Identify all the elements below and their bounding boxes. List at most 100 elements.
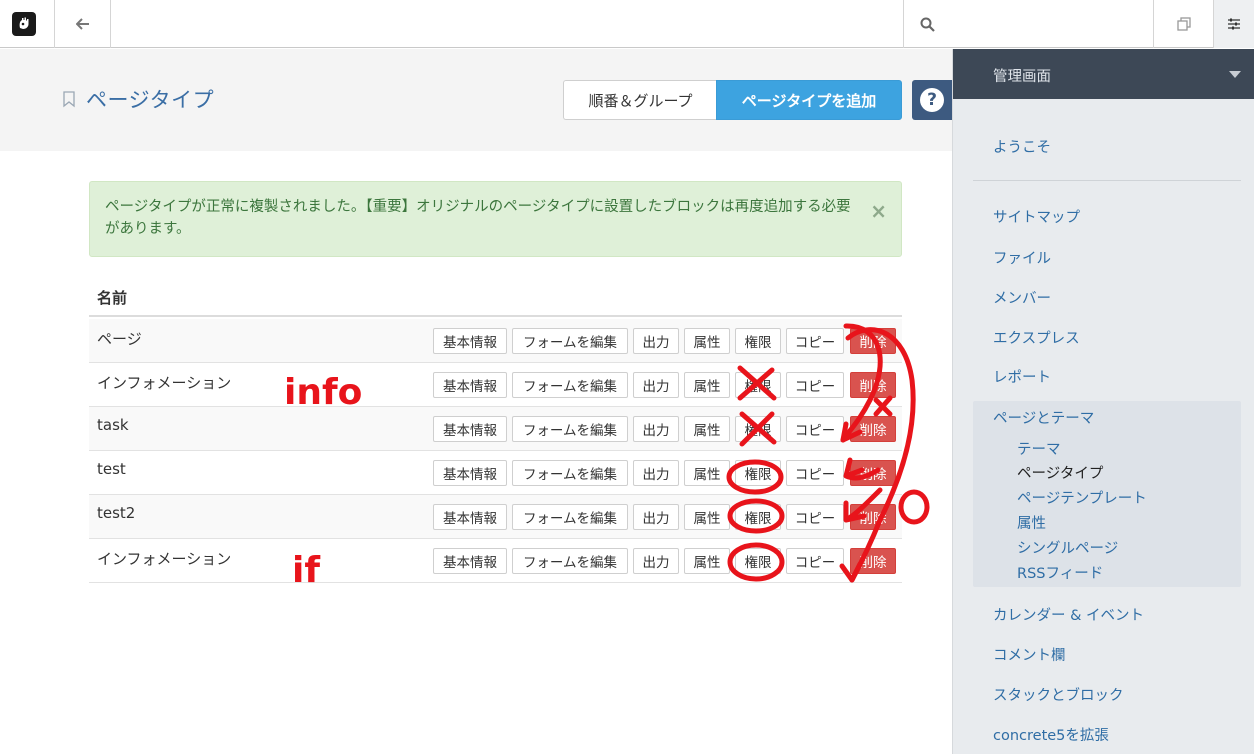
delete-button[interactable]: 削除 bbox=[850, 416, 896, 442]
sidebar-header[interactable]: 管理画面 bbox=[953, 49, 1254, 99]
sidebar-item-sitemap[interactable]: サイトマップ bbox=[993, 206, 1080, 227]
row-actions: 基本情報 フォームを編集 出力 属性 権限 コピー 削除 bbox=[433, 548, 896, 574]
row-actions: 基本情報 フォームを編集 出力 属性 権限 コピー 削除 bbox=[433, 504, 896, 530]
edit-form-button[interactable]: フォームを編集 bbox=[512, 460, 628, 486]
help-icon: ? bbox=[920, 88, 944, 112]
sidebar-subitem-themes[interactable]: テーマ bbox=[1017, 438, 1061, 459]
copy-button[interactable]: コピー bbox=[786, 504, 844, 530]
delete-button[interactable]: 削除 bbox=[850, 328, 896, 354]
permissions-button[interactable]: 権限 bbox=[735, 460, 781, 486]
table-row: task 基本情報 フォームを編集 出力 属性 権限 コピー 削除 bbox=[89, 407, 902, 451]
sidebar-item-calendar[interactable]: カレンダー & イベント bbox=[993, 604, 1144, 625]
sidebar-subitem-page-templates[interactable]: ページテンプレート bbox=[1017, 487, 1147, 508]
search-input[interactable] bbox=[944, 10, 1144, 38]
bookmark-icon[interactable] bbox=[62, 90, 76, 108]
sidebar-item-pages-themes[interactable]: ページとテーマ bbox=[993, 407, 1094, 428]
sidebar-subitem-rss[interactable]: RSSフィード bbox=[1017, 562, 1103, 583]
table-row: インフォメーション 基本情報 フォームを編集 出力 属性 権限 コピー 削除 bbox=[89, 363, 902, 407]
permissions-button[interactable]: 権限 bbox=[735, 548, 781, 574]
copy-button[interactable]: コピー bbox=[786, 548, 844, 574]
sidebar-item-welcome[interactable]: ようこそ bbox=[993, 136, 1051, 157]
sidebar-subitem-attributes[interactable]: 属性 bbox=[1017, 512, 1046, 533]
row-actions: 基本情報 フォームを編集 出力 属性 権限 コピー 削除 bbox=[433, 416, 896, 442]
sidebar-item-files[interactable]: ファイル bbox=[993, 247, 1051, 268]
sidebar-subitem-single-pages[interactable]: シングルページ bbox=[1017, 537, 1118, 558]
search-box[interactable] bbox=[903, 0, 1153, 48]
attributes-button[interactable]: 属性 bbox=[684, 504, 730, 530]
page-type-name: task bbox=[97, 416, 129, 434]
copy-button[interactable]: コピー bbox=[786, 416, 844, 442]
attributes-button[interactable]: 属性 bbox=[684, 372, 730, 398]
delete-button[interactable]: 削除 bbox=[850, 372, 896, 398]
help-button[interactable]: ? bbox=[912, 80, 952, 120]
caret-down-icon bbox=[1229, 71, 1241, 78]
page-title: ページタイプ bbox=[86, 88, 215, 112]
info-button[interactable]: 基本情報 bbox=[433, 548, 507, 574]
alert-message: ページタイプが正常に複製されました。【重要】オリジナルのページタイプに設置したブ… bbox=[105, 199, 851, 237]
table-row: test2 基本情報 フォームを編集 出力 属性 権限 コピー 削除 bbox=[89, 495, 902, 539]
concrete5-logo-icon[interactable] bbox=[0, 0, 48, 48]
attributes-button[interactable]: 属性 bbox=[684, 328, 730, 354]
info-button[interactable]: 基本情報 bbox=[433, 328, 507, 354]
info-button[interactable]: 基本情報 bbox=[433, 416, 507, 442]
output-button[interactable]: 出力 bbox=[633, 328, 679, 354]
sidebar-item-express[interactable]: エクスプレス bbox=[993, 327, 1080, 348]
table-header: 名前 bbox=[89, 279, 902, 317]
table-row: test 基本情報 フォームを編集 出力 属性 権限 コピー 削除 bbox=[89, 451, 902, 495]
copy-button[interactable]: コピー bbox=[786, 328, 844, 354]
order-groups-button[interactable]: 順番＆グループ bbox=[563, 80, 717, 120]
sidebar-subitem-page-types[interactable]: ページタイプ bbox=[1017, 462, 1103, 483]
table-row: インフォメーション 基本情報 フォームを編集 出力 属性 権限 コピー 削除 bbox=[89, 539, 902, 583]
page-title-wrap: ページタイプ bbox=[62, 84, 214, 114]
copy-button[interactable]: コピー bbox=[786, 372, 844, 398]
permissions-button[interactable]: 権限 bbox=[735, 416, 781, 442]
sliders-icon bbox=[1228, 18, 1240, 30]
attributes-button[interactable]: 属性 bbox=[684, 548, 730, 574]
sidebar-item-reports[interactable]: レポート bbox=[993, 366, 1051, 387]
sidebar-divider bbox=[973, 180, 1241, 181]
success-alert: ページタイプが正常に複製されました。【重要】オリジナルのページタイプに設置したブ… bbox=[89, 181, 902, 257]
info-button[interactable]: 基本情報 bbox=[433, 372, 507, 398]
output-button[interactable]: 出力 bbox=[633, 548, 679, 574]
attributes-button[interactable]: 属性 bbox=[684, 460, 730, 486]
sidebar-item-members[interactable]: メンバー bbox=[993, 287, 1051, 308]
output-button[interactable]: 出力 bbox=[633, 372, 679, 398]
back-button[interactable] bbox=[54, 0, 111, 48]
search-icon bbox=[920, 17, 935, 32]
dashboard-sidebar: 管理画面 ようこそ サイトマップ ファイル メンバー エクスプレス レポート ペ… bbox=[952, 49, 1254, 754]
edit-form-button[interactable]: フォームを編集 bbox=[512, 548, 628, 574]
sidebar-item-comments[interactable]: コメント欄 bbox=[993, 644, 1066, 665]
output-button[interactable]: 出力 bbox=[633, 504, 679, 530]
permissions-button[interactable]: 権限 bbox=[735, 372, 781, 398]
table-row: ページ 基本情報 フォームを編集 出力 属性 権限 コピー 削除 bbox=[89, 319, 902, 363]
edit-form-button[interactable]: フォームを編集 bbox=[512, 328, 628, 354]
edit-form-button[interactable]: フォームを編集 bbox=[512, 372, 628, 398]
attributes-button[interactable]: 属性 bbox=[684, 416, 730, 442]
copy-button[interactable]: コピー bbox=[786, 460, 844, 486]
output-button[interactable]: 出力 bbox=[633, 416, 679, 442]
row-actions: 基本情報 フォームを編集 出力 属性 権限 コピー 削除 bbox=[433, 460, 896, 486]
sidebar-item-stacks[interactable]: スタックとブロック bbox=[993, 684, 1124, 705]
close-icon[interactable]: × bbox=[870, 200, 887, 222]
page-type-name: test2 bbox=[97, 504, 136, 522]
info-button[interactable]: 基本情報 bbox=[433, 504, 507, 530]
stack-icon bbox=[1176, 17, 1191, 31]
column-name-header: 名前 bbox=[97, 289, 128, 307]
permissions-button[interactable]: 権限 bbox=[735, 504, 781, 530]
settings-button[interactable] bbox=[1213, 0, 1254, 48]
stack-button[interactable] bbox=[1153, 0, 1213, 48]
row-actions: 基本情報 フォームを編集 出力 属性 権限 コピー 削除 bbox=[433, 328, 896, 354]
edit-form-button[interactable]: フォームを編集 bbox=[512, 504, 628, 530]
delete-button[interactable]: 削除 bbox=[850, 548, 896, 574]
permissions-button[interactable]: 権限 bbox=[735, 328, 781, 354]
page-type-name: インフォメーション bbox=[97, 374, 232, 392]
sidebar-item-extend[interactable]: concrete5を拡張 bbox=[993, 724, 1109, 745]
sidebar-header-label: 管理画面 bbox=[993, 69, 1051, 85]
delete-button[interactable]: 削除 bbox=[850, 504, 896, 530]
output-button[interactable]: 出力 bbox=[633, 460, 679, 486]
page-type-name: test bbox=[97, 460, 126, 478]
edit-form-button[interactable]: フォームを編集 bbox=[512, 416, 628, 442]
info-button[interactable]: 基本情報 bbox=[433, 460, 507, 486]
add-page-type-button[interactable]: ページタイプを追加 bbox=[716, 80, 902, 120]
delete-button[interactable]: 削除 bbox=[850, 460, 896, 486]
